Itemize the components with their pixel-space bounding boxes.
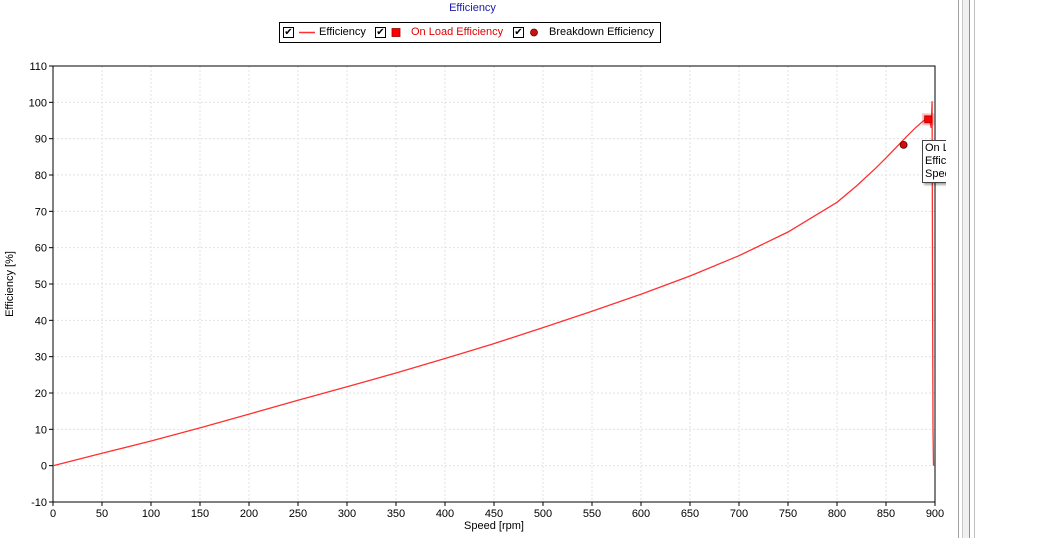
- splitter-handle[interactable]: [962, 0, 970, 538]
- x-tick-label: 50: [96, 508, 108, 520]
- frame-border: [974, 0, 975, 538]
- x-tick-label: 250: [289, 508, 307, 520]
- y-tick-label: 90: [35, 134, 47, 146]
- y-tick-label: 30: [35, 352, 47, 364]
- right-frame: [946, 0, 1044, 538]
- x-tick-label: 600: [632, 508, 650, 520]
- x-tick-label: 450: [485, 508, 503, 520]
- x-tick-label: 100: [142, 508, 160, 520]
- y-tick-label: -10: [31, 497, 47, 509]
- x-tick-label: 800: [828, 508, 846, 520]
- x-tick-label: 750: [779, 508, 797, 520]
- frame-border: [958, 0, 959, 538]
- x-tick-label: 400: [436, 508, 454, 520]
- y-tick-label: 100: [29, 97, 47, 109]
- axes: 0 50 100 150 200 250 300 350 400 450 500 550 600 650 7…: [29, 61, 945, 520]
- y-tick-label: 70: [35, 206, 47, 218]
- breakdown-efficiency-point: [899, 140, 908, 149]
- x-tick-label: 550: [583, 508, 601, 520]
- x-tick-label: 200: [240, 508, 258, 520]
- x-tick-label: 500: [534, 508, 552, 520]
- y-tick-label: 80: [35, 170, 47, 182]
- y-tick-label: 110: [29, 61, 47, 73]
- x-tick-label: 300: [338, 508, 356, 520]
- on-load-efficiency-point: [924, 115, 933, 124]
- y-tick-label: 40: [35, 315, 47, 327]
- grid: [52, 65, 936, 503]
- x-tick-label: 850: [877, 508, 895, 520]
- y-tick-label: 50: [35, 279, 47, 291]
- x-tick-label: 350: [387, 508, 405, 520]
- y-tick-label: 20: [35, 388, 47, 400]
- y-tick-label: 60: [35, 243, 47, 255]
- y-axis-label: Efficiency [%]: [4, 251, 16, 317]
- y-tick-label: 10: [35, 424, 47, 436]
- x-tick-label: 650: [681, 508, 699, 520]
- x-tick-label: 150: [191, 508, 209, 520]
- y-tick-label: 0: [41, 461, 47, 473]
- plot-area[interactable]: 0 50 100 150 200 250 300 350 400 450 500 550 600 650 7…: [0, 0, 946, 538]
- x-axis-label: Speed [rpm]: [464, 520, 524, 532]
- x-tick-label: 900: [926, 508, 944, 520]
- efficiency-series-line: [52, 101, 935, 467]
- x-tick-label: 0: [50, 508, 56, 520]
- x-tick-label: 700: [730, 508, 748, 520]
